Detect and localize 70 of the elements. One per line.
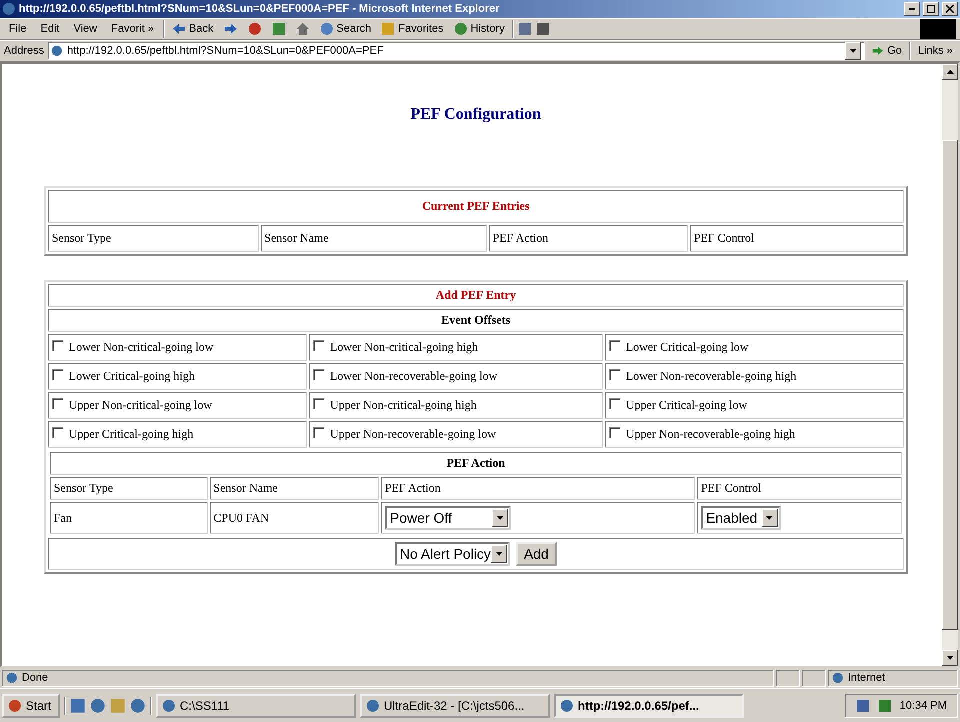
checkbox-option[interactable]: Lower Non-critical-going high (309, 334, 604, 361)
address-field[interactable]: http://192.0.0.65/peftbl.html?SNum=10&SLun=0&PEF000A=PEF (48, 42, 866, 60)
taskbar-button[interactable]: UltraEdit-32 - [C:\jcts506... (360, 694, 550, 718)
start-button[interactable]: Start (2, 694, 60, 718)
minimize-icon (909, 8, 915, 10)
address-label: Address (4, 45, 44, 57)
checkbox-option[interactable]: Lower Non-critical-going low (48, 334, 308, 361)
checkbox-option[interactable]: Upper Non-critical-going high (309, 392, 604, 419)
search-button[interactable]: Search (316, 19, 374, 39)
status-text: Done (2, 670, 774, 686)
favorites-button[interactable]: Favorites (378, 19, 447, 39)
column-header: PEF Action (381, 477, 696, 500)
checkbox-option[interactable]: Upper Non-critical-going low (48, 392, 308, 419)
taskbar-button[interactable]: http://192.0.0.65/pef... (554, 694, 744, 718)
checkbox-option[interactable]: Upper Non-recoverable-going low (309, 421, 604, 448)
action-select[interactable]: Power Off (385, 506, 512, 530)
home-icon (296, 22, 310, 36)
zone-indicator: Internet (828, 670, 958, 686)
clock: 10:34 PM (900, 700, 947, 712)
minimize-button[interactable] (904, 2, 920, 16)
close-button[interactable] (942, 2, 958, 16)
table-cell: Fan (50, 502, 208, 534)
menu-item[interactable]: File (4, 23, 32, 35)
history-button[interactable]: History (450, 19, 508, 39)
page-heading: PEF Configuration (410, 106, 542, 124)
control-select[interactable]: Enabled (701, 506, 781, 530)
go-arrow-icon (872, 45, 884, 57)
checkbox-option[interactable]: Lower Non-recoverable-going high (605, 363, 904, 390)
menu-item[interactable]: View (68, 23, 102, 35)
window-title: http://192.0.0.65/peftbl.html?SNum=10&SLun=0&PEF000A=PEF - Microsoft Internet Explorer (19, 3, 501, 15)
taskbar-button[interactable]: C:\SS111 (156, 694, 356, 718)
down-arrow-icon (766, 516, 774, 520)
alert-policy-select[interactable]: No Alert Policy (395, 542, 510, 566)
column-header: PEF Control (697, 477, 902, 500)
menu-item[interactable]: Favorit » (106, 23, 160, 35)
go-button[interactable]: Go (869, 41, 906, 61)
forward-arrow-icon (224, 22, 238, 36)
table-title: Current PEF Entries (48, 190, 904, 223)
close-icon (946, 5, 954, 13)
column-header: Sensor Type (48, 225, 259, 252)
maximize-button[interactable] (923, 2, 939, 16)
down-arrow-icon (946, 656, 954, 660)
checkbox-option[interactable]: Upper Critical-going low (605, 392, 904, 419)
checkbox-option[interactable]: Lower Critical-going low (605, 334, 904, 361)
status-pane (776, 670, 800, 686)
checkbox-option[interactable]: Lower Critical-going high (48, 363, 308, 390)
column-header: Sensor Name (260, 225, 487, 252)
table-cell: CPU0 FAN (210, 502, 380, 534)
column-header: Sensor Name (210, 477, 380, 500)
links-button[interactable]: Links » (915, 41, 956, 61)
section-title: PEF Action (50, 452, 902, 475)
add-button[interactable]: Add (516, 542, 557, 566)
back-button[interactable]: Back (169, 19, 217, 39)
scrollbar[interactable] (942, 64, 958, 666)
checkbox-option[interactable]: Lower Non-recoverable-going low (309, 363, 604, 390)
checkbox-option[interactable]: Upper Non-recoverable-going high (605, 421, 904, 448)
menu-item[interactable]: Edit (36, 23, 65, 35)
back-arrow-icon (172, 22, 186, 36)
down-arrow-icon (496, 552, 503, 556)
column-header: Sensor Type (50, 477, 208, 500)
up-arrow-icon (946, 70, 954, 74)
table-title: Add PEF Entry (48, 284, 904, 307)
checkbox-option[interactable]: Upper Critical-going high (48, 421, 308, 448)
maximize-icon (927, 5, 935, 13)
down-arrow-icon (496, 516, 504, 520)
section-title: Event Offsets (48, 309, 904, 332)
down-arrow-icon (850, 49, 857, 53)
column-header: PEF Action (488, 225, 688, 252)
status-pane (802, 670, 826, 686)
column-header: PEF Control (690, 225, 904, 252)
